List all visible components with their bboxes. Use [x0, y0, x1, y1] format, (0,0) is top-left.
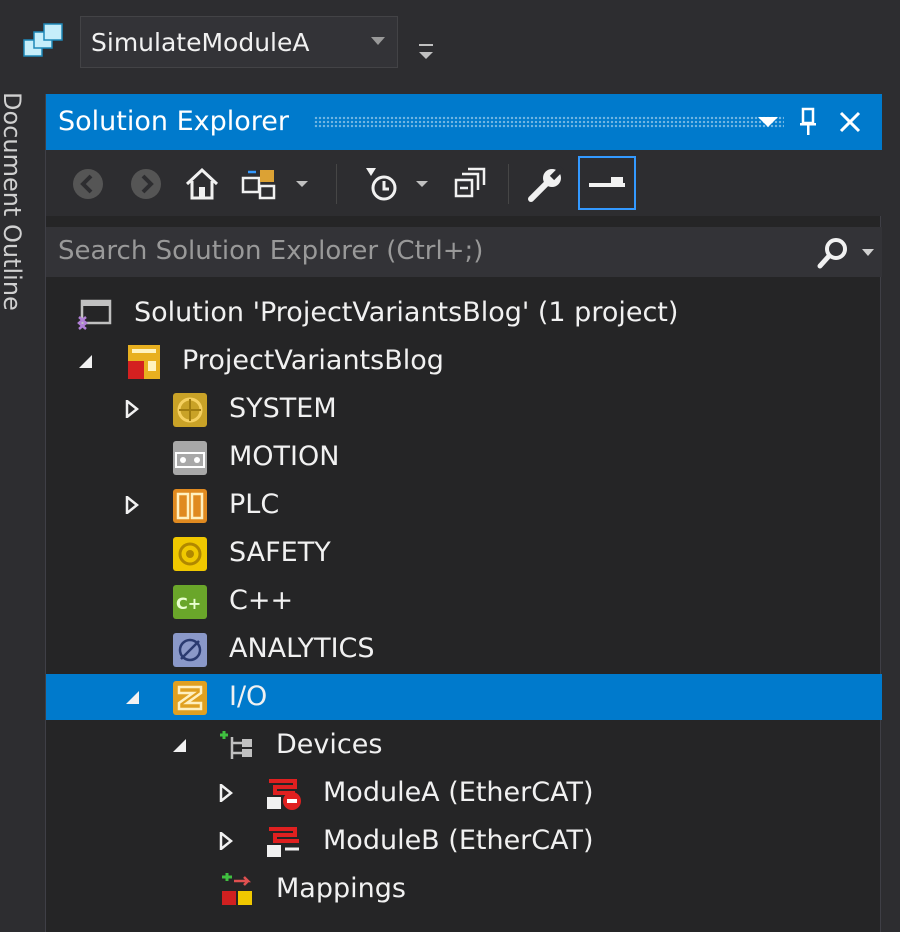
window-position-button[interactable] — [752, 106, 784, 138]
home-icon — [185, 167, 219, 200]
solution-explorer-panel: Solution Explorer Search Solution Explor… — [45, 94, 882, 932]
toolbar-separator — [336, 164, 337, 204]
main-toolbar: SimulateModuleA — [0, 0, 900, 82]
tree-node[interactable]: ProjectVariantsBlog — [46, 338, 882, 384]
collapsed-triangle-icon[interactable] — [123, 494, 141, 516]
tree-node-label: ModuleB (EtherCAT) — [323, 825, 594, 856]
system-icon — [171, 391, 209, 429]
chevron-down-icon — [296, 181, 308, 187]
pin-icon — [800, 107, 816, 135]
tree-node-label: ModuleA (EtherCAT) — [323, 777, 594, 808]
plc-icon — [171, 487, 209, 525]
tree-node-label: ANALYTICS — [229, 633, 375, 664]
svg-text:C+: C+ — [176, 594, 201, 613]
collapsed-triangle-icon[interactable] — [217, 782, 235, 804]
switch-views-dropdown[interactable] — [290, 162, 314, 206]
tree-node[interactable]: Solution 'ProjectVariantsBlog' (1 projec… — [46, 290, 882, 336]
preview-icon — [589, 177, 625, 187]
tree-node[interactable]: ModuleA (EtherCAT) — [46, 770, 882, 816]
search-input[interactable]: Search Solution Explorer (Ctrl+;) — [58, 236, 483, 266]
panel-title: Solution Explorer — [58, 106, 289, 137]
tree-node-label: SAFETY — [229, 537, 331, 568]
tree-node-label: C++ — [229, 585, 294, 616]
chevron-down-icon — [416, 181, 428, 187]
tree-node[interactable]: SYSTEM — [46, 386, 882, 432]
home-button[interactable] — [180, 162, 224, 206]
search-box[interactable]: Search Solution Explorer (Ctrl+;) — [46, 227, 882, 277]
switch-views-button[interactable] — [238, 162, 282, 206]
tree-node-label: Solution 'ProjectVariantsBlog' (1 projec… — [134, 297, 679, 328]
close-button[interactable] — [834, 106, 866, 138]
back-arrow-icon — [73, 169, 103, 199]
motion-icon — [171, 439, 209, 477]
back-button[interactable] — [66, 162, 110, 206]
configuration-value: SimulateModuleA — [91, 27, 310, 57]
clock-filter-icon — [366, 168, 397, 201]
tree-node[interactable]: Mappings — [46, 866, 882, 912]
chevron-down-icon — [758, 117, 778, 127]
forward-arrow-icon — [131, 169, 161, 199]
safety-icon — [171, 535, 209, 573]
chevron-down-icon — [371, 37, 385, 45]
tree-node[interactable]: SAFETY — [46, 530, 882, 576]
solution-configuration-dropdown[interactable]: SimulateModuleA — [80, 16, 398, 68]
mappings-icon — [218, 871, 256, 909]
tree-node-label: Mappings — [276, 873, 406, 904]
solution-explorer-titlebar[interactable]: Solution Explorer — [46, 94, 882, 150]
document-outline-tab[interactable]: Document Outline — [0, 82, 26, 932]
tree-node[interactable]: ModuleB (EtherCAT) — [46, 818, 882, 864]
properties-button[interactable] — [524, 162, 568, 206]
tree-node-label: Devices — [276, 729, 383, 760]
search-options-dropdown[interactable] — [862, 249, 874, 256]
tree-node[interactable]: C+ C++ — [46, 578, 882, 624]
tree-node[interactable]: MOTION — [46, 434, 882, 480]
tree-node-label: I/O — [229, 681, 268, 712]
twincat-project-icon — [124, 343, 162, 381]
toolbar-separator — [508, 164, 509, 204]
devices-icon — [218, 727, 256, 765]
tree-node-label: PLC — [229, 489, 280, 520]
tree-node-label: ProjectVariantsBlog — [182, 345, 444, 376]
switch-views-icon — [241, 170, 276, 200]
tree-node-label: MOTION — [229, 441, 340, 472]
expanded-triangle-icon[interactable] — [170, 736, 188, 754]
preview-selected-items-button[interactable] — [578, 156, 636, 210]
solution-explorer-toolbar — [46, 150, 882, 216]
search-icon[interactable] — [816, 236, 852, 270]
io-icon — [171, 679, 209, 717]
document-outline-label: Document Outline — [0, 92, 26, 311]
tree-node[interactable]: I/O — [46, 674, 882, 720]
cpp-icon: C+ — [171, 583, 209, 621]
expanded-triangle-icon[interactable] — [76, 352, 94, 370]
close-icon — [839, 111, 861, 133]
build-configuration-icon[interactable] — [22, 22, 66, 62]
filter-dropdown[interactable] — [410, 162, 434, 206]
ethercat-disabled-icon — [265, 775, 303, 813]
collapse-all-icon — [454, 167, 486, 198]
collapse-all-button[interactable] — [448, 162, 492, 206]
ethercat-icon — [265, 823, 303, 861]
wrench-icon — [528, 165, 565, 202]
tree-node[interactable]: ANALYTICS — [46, 626, 882, 672]
collapsed-triangle-icon[interactable] — [123, 398, 141, 420]
tree-node[interactable]: PLC — [46, 482, 882, 528]
collapsed-triangle-icon[interactable] — [217, 830, 235, 852]
tree-node-label: SYSTEM — [229, 393, 337, 424]
forward-button[interactable] — [124, 162, 168, 206]
analytics-icon — [171, 631, 209, 669]
toolbar-overflow-icon[interactable] — [416, 40, 436, 64]
pending-changes-filter-button[interactable] — [360, 162, 404, 206]
titlebar-grip — [314, 116, 784, 128]
tree-node[interactable]: Devices — [46, 722, 882, 768]
solution-icon — [76, 295, 114, 333]
expanded-triangle-icon[interactable] — [123, 688, 141, 706]
auto-hide-button[interactable] — [792, 106, 824, 138]
